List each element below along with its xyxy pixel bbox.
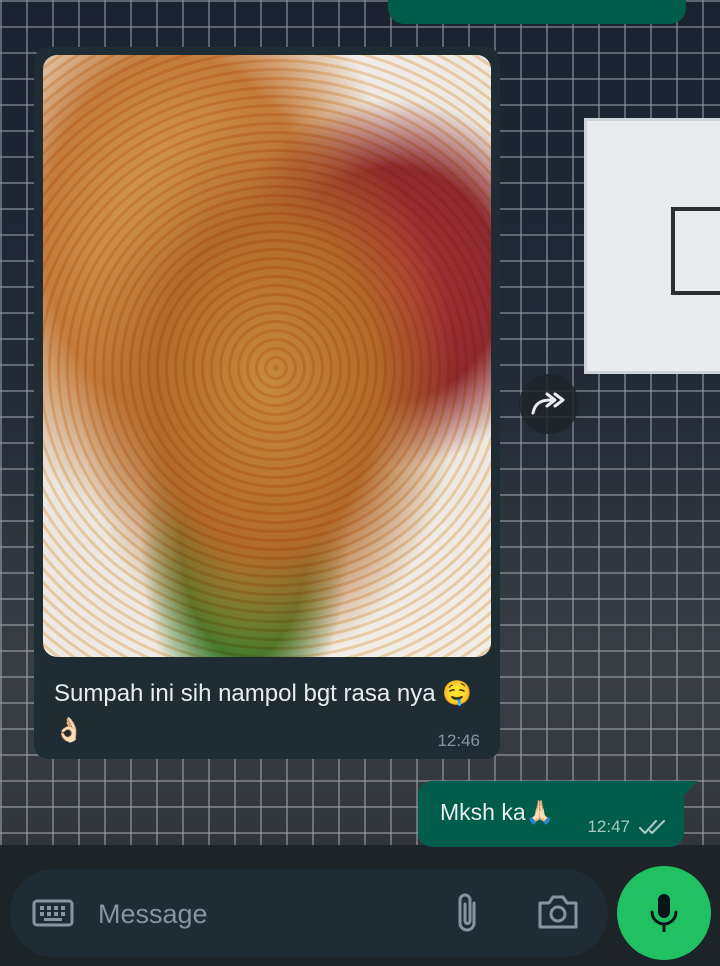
forward-button[interactable] [519,374,579,434]
outgoing-message-text: Mksh ka🙏🏻 [440,799,555,826]
caption-text: Sumpah ini sih nampol bgt rasa nya [54,680,443,707]
outgoing-message[interactable]: Mksh ka🙏🏻 12:47 [418,781,698,847]
message-caption: Sumpah ini sih nampol bgt rasa nya 🤤 👌🏻 [54,675,484,749]
keyboard-icon[interactable] [32,897,74,927]
message-timestamp: 12:46 [437,731,480,750]
previous-outgoing-bubble[interactable] [388,0,686,24]
drooling-face-emoji: 🤤 [442,679,473,707]
outgoing-timestamp: 12:47 [587,817,630,836]
outgoing-meta: 12:47 [587,817,670,837]
ok-hand-emoji: 👌🏻 [54,716,84,744]
paperclip-icon[interactable] [452,891,484,935]
incoming-media-message[interactable]: Sumpah ini sih nampol bgt rasa nya 🤤 👌🏻 … [34,47,500,759]
double-check-icon [638,819,666,835]
food-photo[interactable] [43,55,491,657]
message-composer [10,869,608,957]
microphone-icon [650,894,678,932]
wallpaper-basketball-board [584,118,720,374]
voice-message-button[interactable] [617,866,711,960]
forward-icon [531,392,565,415]
camera-icon[interactable] [536,893,580,931]
folded-hands-emoji: 🙏🏻 [525,800,555,826]
message-input[interactable] [96,891,430,937]
